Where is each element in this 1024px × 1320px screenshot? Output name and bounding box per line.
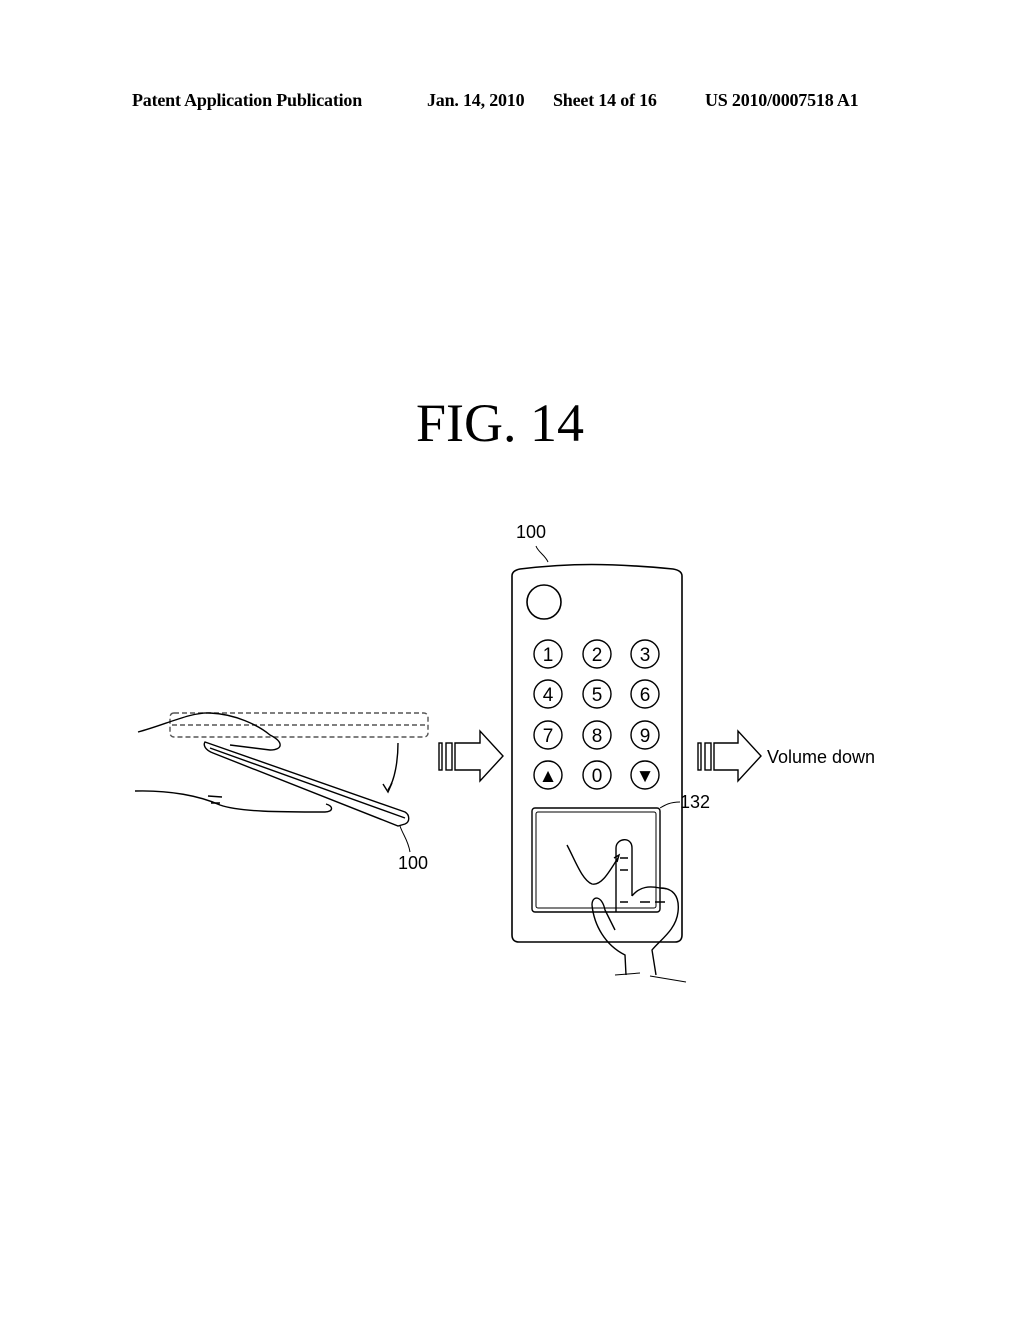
tilted-remote <box>203 741 410 827</box>
check-gesture-icon <box>566 844 619 885</box>
key-label: ▼ <box>636 766 655 787</box>
label-remote-top: 100 <box>516 522 546 542</box>
hollow-right-arrow-icon <box>697 729 762 783</box>
key-label: 6 <box>640 685 651 706</box>
result-label: Volume down <box>767 747 875 767</box>
leader-line-side <box>399 825 411 853</box>
key-label: 4 <box>543 685 554 706</box>
key-label: 8 <box>592 726 603 747</box>
keypad: 1 2 3 4 5 6 7 8 9 ▲ 0 ▼ <box>533 639 660 790</box>
key-label: 7 <box>543 726 554 747</box>
remote-edge <box>209 747 406 819</box>
leader-line-touchpad <box>659 801 681 809</box>
upper-hand <box>137 712 281 751</box>
key-label: 9 <box>640 726 651 747</box>
hand-creases <box>620 857 665 903</box>
lower-hand <box>134 790 333 813</box>
key-label: 3 <box>640 645 651 666</box>
key-label: 1 <box>543 645 554 666</box>
label-remote-side: 100 <box>398 853 428 873</box>
tilt-arrowhead <box>382 782 393 794</box>
key-label: 0 <box>592 766 603 787</box>
touchpad <box>531 801 687 983</box>
label-touchpad: 132 <box>680 792 710 812</box>
tilt-illustration <box>134 712 429 853</box>
wrist-lines <box>614 972 687 983</box>
power-button[interactable] <box>526 584 562 620</box>
hollow-right-arrow-icon <box>438 729 504 783</box>
finger-lines <box>207 795 223 804</box>
tilt-arrow <box>387 742 399 791</box>
touchpad-outer[interactable] <box>531 807 661 913</box>
key-label: ▲ <box>539 766 558 787</box>
touching-hand <box>591 839 679 976</box>
key-label: 2 <box>592 645 603 666</box>
touchpad-inner <box>535 811 657 909</box>
leader-line-top <box>535 545 549 563</box>
key-label: 5 <box>592 685 603 706</box>
figure-drawing: 100 100 1 2 3 4 5 6 7 8 9 ▲ 0 ▼ 132 Volume down <box>134 522 875 983</box>
